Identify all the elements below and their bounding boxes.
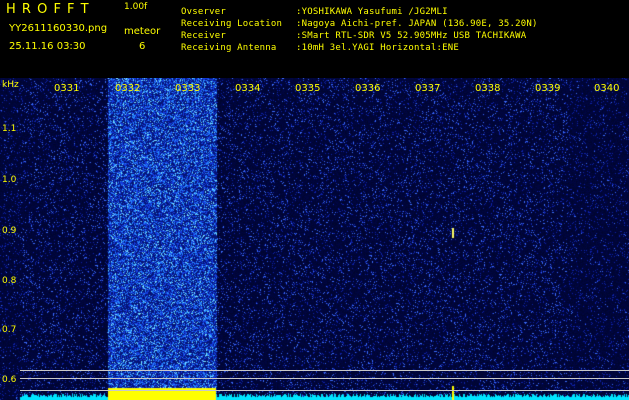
time-tick-label: 0338 [475, 83, 501, 94]
time-tick-label: 0336 [355, 83, 381, 94]
y-tick-label: 1.0 [2, 175, 17, 185]
header-panel: H R O F F T 1.00f YY2611160330.png 25.11… [0, 0, 629, 78]
time-tick-label: 0340 [594, 83, 620, 94]
time-tick-label: 0339 [535, 83, 561, 94]
info-value-receiver: :SMart RTL-SDR V5 52.905MHz USB TACHIKAW… [296, 31, 527, 41]
y-tick-label: 0.6 [2, 375, 17, 385]
reference-line [20, 390, 629, 391]
event-label: meteor [124, 26, 161, 37]
info-key-antenna: Receiving Antenna [181, 43, 277, 53]
spectrogram-panel: kHz 1.1 1.0 0.9 0.8 0.7 0.6 0331 0332 03… [0, 78, 629, 400]
info-value-location: :Nagoya Aichi-pref. JAPAN (136.90E, 35.2… [296, 19, 538, 29]
info-value-observer: :YOSHIKAWA Yasufumi /JG2MLI [296, 7, 448, 17]
frequency-unit-label: kHz [2, 80, 19, 90]
y-tick-label: 0.7 [2, 325, 17, 335]
app-version: 1.00f [124, 2, 148, 12]
reference-line [20, 370, 629, 371]
app-title: H R O F F T [6, 2, 90, 17]
info-key-observer: Ovserver [181, 7, 226, 17]
y-tick-label: 1.1 [2, 124, 17, 134]
info-value-antenna: :10mH 3el.YAGI Horizontal:ENE [296, 43, 459, 53]
info-key-location: Receiving Location [181, 19, 283, 29]
info-key-receiver: Receiver [181, 31, 226, 41]
image-filename: YY2611160330.png [9, 23, 108, 34]
y-tick-label: 0.9 [2, 226, 17, 236]
y-tick-label: 0.8 [2, 276, 17, 286]
spectrogram-image [0, 78, 629, 400]
time-tick-label: 0333 [175, 83, 201, 94]
time-tick-label: 0335 [295, 83, 321, 94]
time-tick-label: 0332 [115, 83, 141, 94]
time-tick-label: 0334 [235, 83, 261, 94]
time-tick-label: 0331 [54, 83, 80, 94]
reference-line [20, 378, 629, 379]
time-tick-label: 0337 [415, 83, 441, 94]
capture-datetime: 25.11.16 03:30 [9, 41, 86, 52]
event-count: 6 [139, 41, 146, 52]
